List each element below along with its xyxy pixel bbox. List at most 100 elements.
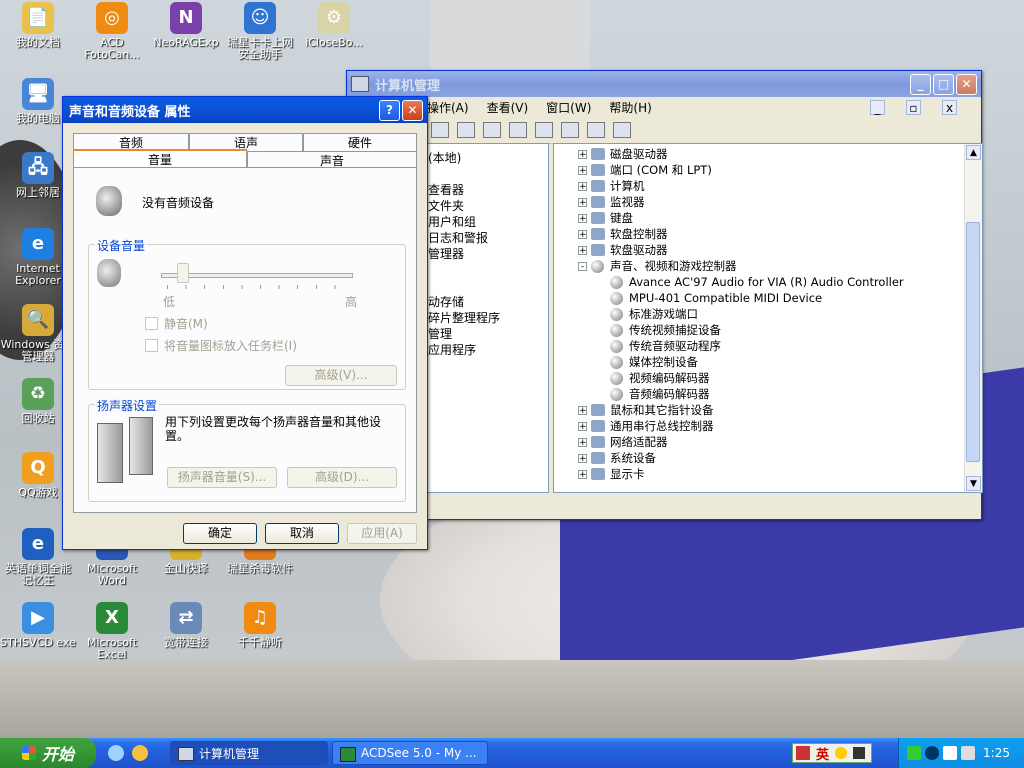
device-tree-item[interactable]: + 显示卡 (578, 466, 982, 482)
expand-toggle-icon[interactable]: + (578, 149, 587, 159)
device-tree-item[interactable]: + 网络适配器 (578, 434, 982, 450)
device-tree-item[interactable]: + 鼠标和其它指针设备 (578, 402, 982, 418)
expand-toggle-icon[interactable]: - (578, 261, 587, 271)
device-tree-item[interactable]: MPU-401 Compatible MIDI Device (578, 290, 982, 306)
console-tree-item[interactable]: 备管理器 (416, 246, 548, 262)
clock[interactable]: 1:25 (983, 746, 1010, 760)
tray-network-icon[interactable] (907, 746, 921, 760)
console-tree-item[interactable]: 盘管理 (416, 326, 548, 342)
tab-hardware[interactable]: 硬件 (303, 133, 417, 151)
expand-toggle-icon[interactable]: + (578, 405, 587, 415)
expand-toggle-icon[interactable]: + (578, 197, 587, 207)
cancel-button[interactable]: 取消 (265, 523, 339, 544)
ime-keyboard-icon[interactable] (796, 746, 810, 760)
console-tree-item[interactable]: 享文件夹 (416, 198, 548, 214)
start-button[interactable]: 开始 (0, 738, 96, 768)
device-tree-item[interactable]: - 声音、视频和游戏控制器 (578, 258, 982, 274)
properties-icon[interactable] (457, 122, 475, 138)
menu-window[interactable]: 窗口(W) (546, 99, 591, 116)
expand-toggle-icon[interactable]: + (578, 437, 587, 447)
device-tree-item[interactable]: + 计算机 (578, 178, 982, 194)
mute-checkbox[interactable]: 静音(M) (145, 315, 208, 332)
desktop-icon[interactable]: X Microsoft Excel (74, 602, 150, 661)
expand-toggle-icon[interactable]: + (578, 245, 587, 255)
console-tree-item[interactable] (416, 262, 548, 278)
expand-toggle-icon[interactable]: + (578, 453, 587, 463)
desktop-icon[interactable]: ⚙ iCloseBo... (296, 2, 372, 49)
console-tree-item[interactable]: 理(本地) (416, 150, 548, 166)
console-tree-item[interactable]: 地用户和组 (416, 214, 548, 230)
device-tree-item[interactable]: 传统音频驱动程序 (578, 338, 982, 354)
show-hide-tree-icon[interactable] (431, 122, 449, 138)
expand-toggle-icon[interactable]: + (578, 165, 587, 175)
device-tree-item[interactable]: + 通用串行总线控制器 (578, 418, 982, 434)
device-tree-item[interactable]: 视频编码解码器 (578, 370, 982, 386)
update-driver-icon[interactable] (561, 122, 579, 138)
volume-slider-thumb[interactable] (177, 263, 189, 283)
ok-button[interactable]: 确定 (183, 523, 257, 544)
tray-volume-icon[interactable] (961, 746, 975, 760)
expand-toggle-icon[interactable]: + (578, 213, 587, 223)
desktop-icon[interactable]: 📄 我的文档 (0, 2, 76, 49)
quick-launch-ie-icon[interactable] (108, 745, 124, 761)
child-close-button[interactable]: x (942, 99, 957, 115)
apply-button[interactable]: 应用(A) (347, 523, 417, 544)
device-tree-item[interactable]: Avance AC'97 Audio for VIA (R) Audio Con… (578, 274, 982, 290)
desktop-icon[interactable]: ☺ 瑞星卡卡上网安全助手 (222, 2, 298, 61)
console-tree-item[interactable]: 具 (416, 166, 548, 182)
desktop-icon[interactable]: ♫ 千千静听 (222, 602, 298, 649)
console-tree-item[interactable]: 能日志和警报 (416, 230, 548, 246)
device-tree-item[interactable]: + 端口 (COM 和 LPT) (578, 162, 982, 178)
scroll-down-button[interactable]: ▼ (966, 476, 981, 491)
expand-toggle-icon[interactable]: + (578, 181, 587, 191)
console-tree-item[interactable] (416, 278, 548, 294)
scroll-up-button[interactable]: ▲ (966, 145, 981, 160)
dialog-titlebar[interactable]: 声音和音频设备 属性 ? ✕ (63, 97, 427, 123)
help-button[interactable]: ? (379, 99, 400, 121)
task-acdsee[interactable]: ACDSee 5.0 - My ... (332, 741, 488, 765)
device-tree-item[interactable]: 媒体控制设备 (578, 354, 982, 370)
device-tree-item[interactable]: 音频编码解码器 (578, 386, 982, 402)
help-icon[interactable] (509, 122, 527, 138)
device-tree-item[interactable]: 传统视频捕捉设备 (578, 322, 982, 338)
maximize-button[interactable]: □ (933, 73, 954, 95)
close-button[interactable]: ✕ (956, 73, 977, 95)
advanced-volume-button[interactable]: 高级(V)... (285, 365, 397, 386)
child-minimize-button[interactable]: _ (870, 99, 885, 115)
desktop-icon[interactable]: N NeoRAGExp (148, 2, 224, 49)
ime-punct-icon[interactable] (853, 747, 866, 759)
device-tree-item[interactable]: 标准游戏端口 (578, 306, 982, 322)
desktop-icon[interactable]: ⇄ 宽带连接 (148, 602, 224, 649)
desktop-icon[interactable]: ◎ ACD FotoCan... (74, 2, 150, 61)
device-tree-item[interactable]: + 软盘控制器 (578, 226, 982, 242)
expand-toggle-icon[interactable]: + (578, 469, 587, 479)
ime-mode-label[interactable]: 英 (816, 744, 829, 763)
device-tree-item[interactable]: + 软盘驱动器 (578, 242, 982, 258)
tray-app-icon[interactable] (925, 746, 939, 760)
console-tree-item[interactable]: 和应用程序 (416, 342, 548, 358)
child-restore-button[interactable]: ▫ (906, 99, 921, 115)
vertical-scrollbar[interactable]: ▲ ▼ (964, 144, 982, 492)
menu-view[interactable]: 查看(V) (487, 99, 529, 116)
console-tree-item[interactable]: 盘碎片整理程序 (416, 310, 548, 326)
computer-management-titlebar[interactable]: 计算机管理 _ □ ✕ (347, 71, 981, 97)
menu-action[interactable]: 操作(A) (427, 99, 469, 116)
ime-bar[interactable]: 英 (792, 743, 872, 763)
desktop-icon[interactable]: ▶ STHSVCD exe (0, 602, 76, 649)
tray-icon-checkbox[interactable]: 将音量图标放入任务栏(I) (145, 337, 297, 354)
tray-ime-icon[interactable] (943, 746, 957, 760)
console-tree-item[interactable]: 移动存储 (416, 294, 548, 310)
disable-device-icon[interactable] (587, 122, 605, 138)
minimize-button[interactable]: _ (910, 73, 931, 95)
menu-help[interactable]: 帮助(H) (609, 99, 651, 116)
expand-toggle-icon[interactable]: + (578, 421, 587, 431)
device-tree-item[interactable]: + 系统设备 (578, 450, 982, 466)
scroll-thumb[interactable] (966, 222, 980, 462)
device-tree-item[interactable]: + 磁盘驱动器 (578, 146, 982, 162)
dialog-close-button[interactable]: ✕ (402, 99, 423, 121)
scan-hardware-icon[interactable] (535, 122, 553, 138)
uninstall-device-icon[interactable] (613, 122, 631, 138)
device-tree-item[interactable]: + 监视器 (578, 194, 982, 210)
expand-toggle-icon[interactable]: + (578, 229, 587, 239)
quick-launch-qq-icon[interactable] (132, 745, 148, 761)
